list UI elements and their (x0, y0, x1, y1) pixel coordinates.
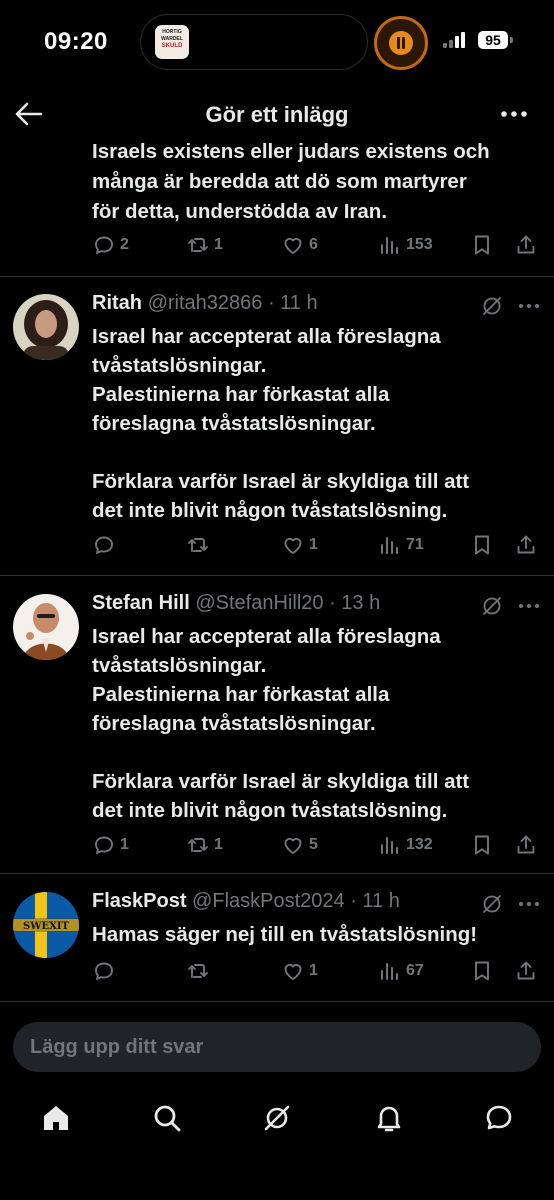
post-meta: Stefan Hill @StefanHill20 · 13 h (92, 592, 380, 620)
author-name[interactable]: Stefan Hill (92, 592, 190, 614)
svg-text:SWEXIT: SWEXIT (23, 921, 70, 932)
post-actions: 1 1 5 132 (0, 830, 554, 860)
post-time: · 11 h (350, 890, 400, 912)
now-playing-artwork: HORTIG WARDEL SKULD (155, 25, 189, 59)
bottom-navigation (0, 1098, 554, 1138)
avatar[interactable] (13, 594, 79, 660)
views-button[interactable]: 67 (378, 956, 424, 986)
reply-placeholder: Lägg upp ditt svar (30, 1036, 204, 1058)
share-button[interactable] (514, 230, 538, 260)
avatar[interactable] (13, 294, 79, 360)
share-button[interactable] (514, 956, 538, 986)
more-options-icon[interactable] (498, 100, 530, 128)
post-meta: Ritah @ritah32866 · 11 h (92, 292, 318, 320)
dynamic-island[interactable]: HORTIG WARDEL SKULD (140, 14, 368, 70)
reply-button[interactable]: 1 (92, 830, 129, 860)
bookmark-button[interactable] (470, 230, 494, 260)
bookmark-button[interactable] (470, 530, 494, 560)
divider (0, 873, 554, 874)
author-handle[interactable]: @FlaskPost2024 (192, 890, 345, 912)
repost-button[interactable] (186, 956, 214, 986)
grok-icon[interactable] (480, 594, 504, 618)
like-button[interactable]: 6 (281, 230, 318, 260)
grok-icon[interactable] (257, 1098, 297, 1138)
post-actions: 1 71 (0, 530, 554, 560)
repost-button[interactable]: 1 (186, 830, 223, 860)
post-text: Israel har accepterat alla föreslagna tv… (92, 625, 470, 822)
divider (0, 276, 554, 277)
post-header: Gör ett inlägg (0, 88, 554, 140)
more-options-icon[interactable] (516, 892, 542, 916)
bookmark-button[interactable] (470, 956, 494, 986)
avatar[interactable]: SWEXIT (13, 892, 79, 958)
views-button[interactable]: 71 (378, 530, 424, 560)
reply-button[interactable] (92, 530, 120, 560)
reply-post[interactable]: Stefan Hill @StefanHill20 · 13 h Israel … (0, 592, 554, 872)
battery-tip (510, 37, 513, 43)
battery-level: 95 (478, 31, 508, 49)
playback-pause-icon[interactable] (374, 16, 428, 70)
reply-button[interactable]: 2 (92, 230, 129, 260)
divider (0, 1001, 554, 1002)
post-meta: FlaskPost @FlaskPost2024 · 11 h (92, 890, 400, 918)
post-actions: 1 67 (0, 956, 554, 986)
search-icon[interactable] (147, 1098, 187, 1138)
share-button[interactable] (514, 530, 538, 560)
author-name[interactable]: Ritah (92, 292, 142, 314)
reply-post[interactable]: SWEXIT FlaskPost @FlaskPost2024 · 11 h H… (0, 890, 554, 1000)
divider (0, 575, 554, 576)
reply-input[interactable]: Lägg upp ditt svar (13, 1022, 541, 1072)
home-icon[interactable] (36, 1098, 76, 1138)
author-handle[interactable]: @ritah32866 (148, 292, 263, 314)
like-button[interactable]: 1 (281, 956, 318, 986)
post-time: · 13 h (329, 592, 381, 614)
more-options-icon[interactable] (516, 294, 542, 318)
cellular-signal-icon (443, 32, 471, 48)
post-text: Hamas säger nej till en tvåstatslösning! (92, 923, 478, 946)
author-name[interactable]: FlaskPost (92, 890, 186, 912)
main-post-text: Israels existens eller judars existens o… (92, 140, 490, 223)
messages-icon[interactable] (479, 1098, 519, 1138)
grok-icon[interactable] (480, 294, 504, 318)
views-button[interactable]: 153 (378, 230, 433, 260)
page-title: Gör ett inlägg (205, 102, 349, 127)
repost-button[interactable] (186, 530, 214, 560)
like-button[interactable]: 5 (281, 830, 318, 860)
reply-button[interactable] (92, 956, 120, 986)
bookmark-button[interactable] (470, 830, 494, 860)
reply-post[interactable]: Ritah @ritah32866 · 11 h Israel har acce… (0, 292, 554, 572)
status-bar: 09:20 HORTIG WARDEL SKULD 95 (0, 0, 554, 80)
more-options-icon[interactable] (516, 594, 542, 618)
repost-button[interactable]: 1 (186, 230, 223, 260)
main-post-actions: 2 1 6 153 (0, 230, 554, 260)
post-text: Israel har accepterat alla föreslagna tv… (92, 325, 470, 522)
notifications-icon[interactable] (369, 1098, 409, 1138)
views-button[interactable]: 132 (378, 830, 433, 860)
share-button[interactable] (514, 830, 538, 860)
like-button[interactable]: 1 (281, 530, 318, 560)
status-time: 09:20 (44, 28, 108, 55)
grok-icon[interactable] (480, 892, 504, 916)
author-handle[interactable]: @StefanHill20 (195, 592, 323, 614)
post-time: · 11 h (267, 292, 318, 314)
